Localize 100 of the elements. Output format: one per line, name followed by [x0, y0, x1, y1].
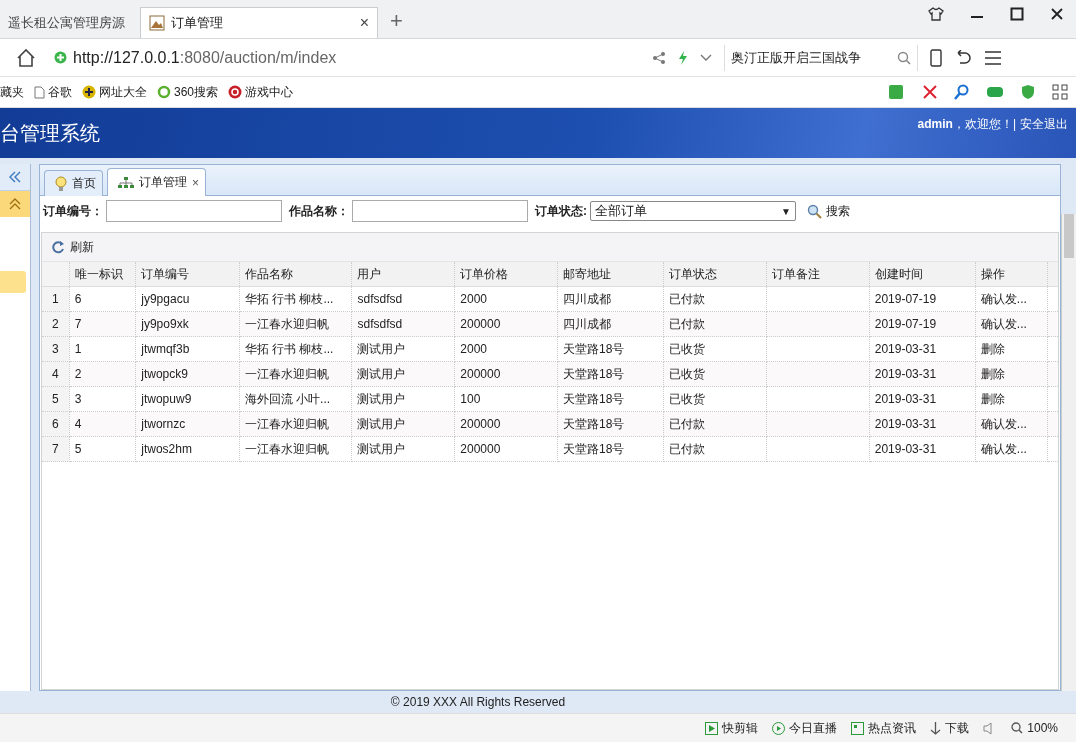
status-item[interactable]: 下载: [930, 719, 970, 737]
column-header[interactable]: 唯一标识: [69, 262, 136, 287]
table-cell: 天堂路18号: [557, 436, 664, 462]
column-header[interactable]: 订单编号: [135, 262, 240, 287]
table-cell: 200000: [454, 361, 558, 387]
table-cell: 已付款: [663, 411, 767, 437]
table-cell: 一江春水迎归帆: [239, 361, 352, 387]
row-number: 5: [42, 386, 70, 412]
new-tab-button[interactable]: +: [378, 8, 415, 38]
table-cell: 已收货: [663, 336, 767, 362]
table-cell: jtwos2hm: [135, 436, 240, 462]
welcome-text: admin，欢迎您！|: [917, 116, 1016, 133]
column-header[interactable]: 订单备注: [766, 262, 870, 287]
table-cell: 已收货: [663, 361, 767, 387]
status-item[interactable]: 热点资讯: [851, 719, 917, 737]
column-header[interactable]: 订单状态: [663, 262, 767, 287]
page-tab[interactable]: 首页: [44, 170, 103, 196]
bookmark-link[interactable]: 游戏中心: [228, 83, 294, 101]
status-dropdown[interactable]: 全部订单 ▼: [590, 201, 796, 221]
row-number: 4: [42, 361, 70, 387]
bookmark-link[interactable]: 360搜索: [157, 83, 219, 101]
action-link[interactable]: 删除: [975, 361, 1048, 387]
table-cell: 2019-03-31: [869, 436, 976, 462]
table-cell: 华拓 行书 柳枝...: [239, 286, 352, 312]
table-cell: 一江春水迎归帆: [239, 311, 352, 337]
table-cell: 四川成都: [557, 311, 664, 337]
action-link[interactable]: 删除: [975, 336, 1048, 362]
column-header[interactable]: 操作: [975, 262, 1048, 287]
column-header[interactable]: 邮寄地址: [557, 262, 664, 287]
table-cell: 2019-03-31: [869, 361, 976, 387]
table-cell: 海外回流 小叶...: [239, 386, 352, 412]
footer-text: © 2019 XXX All Rights Reserved: [0, 691, 1076, 713]
table-cell: 已付款: [663, 436, 767, 462]
table-cell: sdfsdfsd: [352, 311, 455, 337]
action-link[interactable]: 确认发...: [975, 436, 1048, 462]
row-number: 1: [42, 286, 70, 312]
column-header[interactable]: 作品名称: [239, 262, 352, 287]
action-link[interactable]: 确认发...: [975, 286, 1048, 312]
table-cell: 测试用户: [352, 386, 455, 412]
table-cell: 2000: [454, 286, 558, 312]
row-number: 7: [42, 436, 70, 462]
close-icon[interactable]: ×: [359, 14, 369, 32]
status-item[interactable]: 快剪辑: [705, 719, 759, 737]
search-field[interactable]: 奥汀正版开启三国战争: [724, 44, 918, 71]
zoom-level[interactable]: 100%: [1011, 721, 1058, 735]
browser-tab[interactable]: 遥长租公寓管理房源: [0, 8, 140, 38]
refresh-button[interactable]: 刷新: [52, 238, 94, 256]
bookmark-link[interactable]: 网址大全: [82, 83, 147, 101]
table-cell: 200000: [454, 411, 558, 437]
action-link[interactable]: 确认发...: [975, 311, 1048, 337]
address-field[interactable]: http://127.0.0.1:8080/auction/m/index: [48, 48, 640, 67]
table-cell: 2019-03-31: [869, 411, 976, 437]
table-cell: jtwopuw9: [135, 386, 240, 412]
table-cell: 7: [69, 311, 136, 337]
table-cell: 100: [454, 386, 558, 412]
table-cell: 测试用户: [352, 336, 455, 362]
column-header[interactable]: 创建时间: [869, 262, 976, 287]
table-cell: 四川成都: [557, 286, 664, 312]
table-cell: 已收货: [663, 386, 767, 412]
bookmark-link[interactable]: 谷歌: [34, 83, 72, 101]
table-cell: 200000: [454, 436, 558, 462]
table-cell: 2: [69, 361, 136, 387]
filter-label: 订单状态:: [535, 202, 587, 220]
column-header[interactable]: 用户: [352, 262, 455, 287]
table-cell: 2019-03-31: [869, 336, 976, 362]
table-cell: sdfsdfsd: [352, 286, 455, 312]
table-cell: 2000: [454, 336, 558, 362]
table-cell: 200000: [454, 311, 558, 337]
table-cell: jtwornzc: [135, 411, 240, 437]
column-header[interactable]: 订单价格: [454, 262, 558, 287]
table-cell: 2019-07-19: [869, 286, 976, 312]
table-cell: 天堂路18号: [557, 386, 664, 412]
table-cell: 已付款: [663, 286, 767, 312]
table-cell: jy9po9xk: [135, 311, 240, 337]
action-link[interactable]: 确认发...: [975, 411, 1048, 437]
table-cell: 已付款: [663, 311, 767, 337]
close-icon[interactable]: ×: [192, 175, 199, 190]
table-cell: 测试用户: [352, 436, 455, 462]
row-number: 6: [42, 411, 70, 437]
logout-link[interactable]: 安全退出: [1020, 116, 1068, 133]
page-tab[interactable]: 订单管理 ×: [107, 168, 206, 196]
table-cell: jtwopck9: [135, 361, 240, 387]
table-cell: 天堂路18号: [557, 336, 664, 362]
table-cell: 2019-03-31: [869, 386, 976, 412]
table-cell: 一江春水迎归帆: [239, 436, 352, 462]
search-button[interactable]: 搜索: [807, 202, 850, 220]
filter-label: 订单编号：: [43, 202, 103, 220]
table-cell: 华拓 行书 柳枝...: [239, 336, 352, 362]
filter-label: 作品名称：: [289, 202, 349, 220]
status-item[interactable]: 今日直播: [772, 719, 838, 737]
table-cell: 一江春水迎归帆: [239, 411, 352, 437]
bookmark-link[interactable]: 藏夹: [0, 83, 24, 101]
table-cell: 2019-07-19: [869, 311, 976, 337]
table-cell: 6: [69, 286, 136, 312]
browser-tab[interactable]: 订单管理 ×: [140, 7, 378, 38]
app-title: 台管理系统: [0, 121, 100, 146]
table-cell: jy9pgacu: [135, 286, 240, 312]
table-cell: 4: [69, 411, 136, 437]
table-cell: 天堂路18号: [557, 361, 664, 387]
action-link[interactable]: 删除: [975, 386, 1048, 412]
